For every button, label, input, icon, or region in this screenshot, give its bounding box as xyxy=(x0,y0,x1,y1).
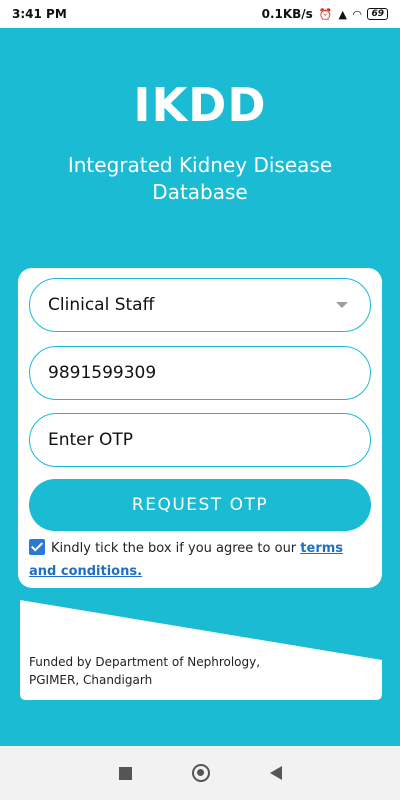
status-bar: 3:41 PM 0.1KB/s ⏰ ▲ ◠ 69 xyxy=(0,0,400,28)
wifi-icon: ◠ xyxy=(353,7,362,21)
battery-icon: 69 xyxy=(367,8,388,20)
network-speed: 0.1KB/s xyxy=(261,7,313,21)
recents-icon[interactable] xyxy=(118,766,132,780)
app-subtitle: Integrated Kidney Disease Database xyxy=(67,153,333,204)
otp-input[interactable]: Enter OTP xyxy=(29,413,371,467)
consent-row: Kindly tick the box if you agree to our … xyxy=(29,537,369,583)
otp-input-placeholder: Enter OTP xyxy=(48,430,134,450)
consent-checkbox[interactable] xyxy=(29,539,45,555)
home-icon[interactable] xyxy=(191,764,210,782)
role-select-value: Clinical Staff xyxy=(48,295,155,315)
status-icons: 0.1KB/s ⏰ ▲ ◠ 69 xyxy=(262,7,388,21)
footer-line-1: Funded by Department of Nephrology, xyxy=(29,655,261,669)
navigation-bar xyxy=(0,746,400,800)
consent-text: Kindly tick the box if you agree to our xyxy=(51,541,301,556)
request-otp-button[interactable]: REQUEST OTP xyxy=(29,479,371,531)
footer-line-2: PGIMER, Chandigarh xyxy=(29,673,153,687)
status-time: 3:41 PM xyxy=(12,7,67,21)
signal-icon: ▲ xyxy=(338,7,347,21)
chevron-down-icon xyxy=(336,302,348,308)
app-title: IKDD xyxy=(133,78,267,132)
phone-input-value: 9891599309 xyxy=(48,363,157,383)
phone-input[interactable]: 9891599309 xyxy=(29,346,371,400)
footer-text: Funded by Department of Nephrology, PGIM… xyxy=(29,653,329,689)
back-icon[interactable] xyxy=(269,766,282,780)
alarm-icon: ⏰ xyxy=(318,7,333,21)
role-select[interactable]: Clinical Staff xyxy=(29,278,371,332)
